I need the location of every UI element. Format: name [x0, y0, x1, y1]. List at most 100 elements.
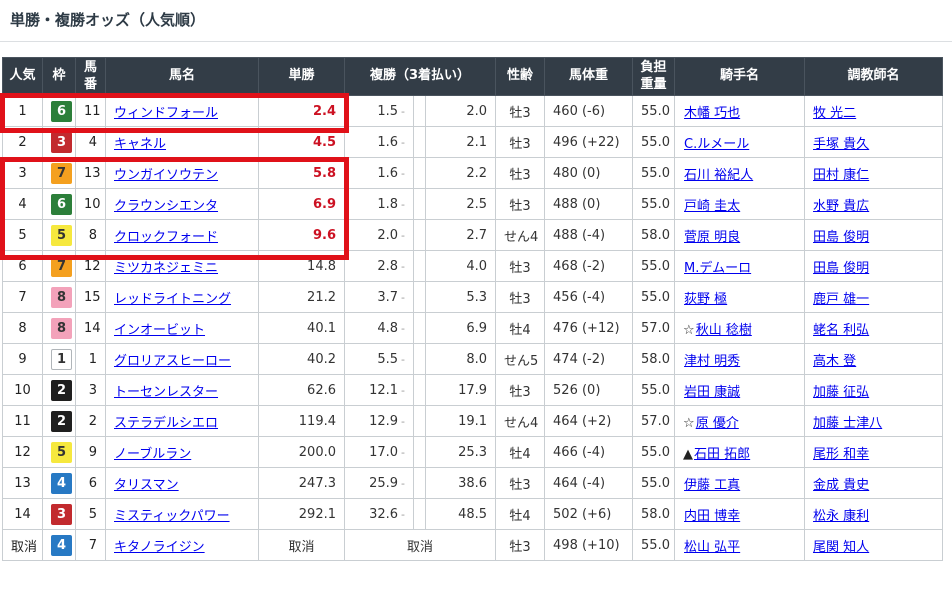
- sex-age: 牡4: [496, 499, 545, 530]
- load-weight: 58.0: [633, 499, 675, 530]
- trainer-link[interactable]: 田村 康仁: [813, 168, 869, 183]
- jockey-link[interactable]: C.ルメール: [684, 137, 749, 152]
- sex-age: せん4: [496, 220, 545, 251]
- trainer-cell: 手塚 貴久: [805, 127, 943, 158]
- trainer-link[interactable]: 尾形 和幸: [813, 447, 869, 462]
- jockey-link[interactable]: 戸崎 圭太: [684, 199, 740, 214]
- horse-name-link[interactable]: ミスティックパワー: [114, 509, 230, 524]
- horse-name-link[interactable]: クラウンシエンタ: [114, 199, 218, 214]
- horse-name-link[interactable]: ミツカネジェミニ: [114, 261, 218, 276]
- column-header-name: 馬名: [106, 58, 259, 96]
- place-range-dash: -: [401, 508, 405, 521]
- jockey-link[interactable]: 石田 拓郎: [694, 447, 750, 462]
- place-odds-min: 12.9-: [345, 406, 414, 437]
- frame-cell: 7: [43, 251, 76, 282]
- horse-number: 9: [76, 437, 106, 468]
- horse-name-cell: クロックフォード: [106, 220, 259, 251]
- trainer-link[interactable]: 高木 登: [813, 354, 856, 369]
- trainer-link[interactable]: 水野 貴広: [813, 199, 869, 214]
- horse-name-link[interactable]: トーセンレスター: [114, 385, 218, 400]
- place-odds-min: 1.8-: [345, 189, 414, 220]
- place-range-divider: [414, 375, 426, 406]
- horse-weight: 480 (0): [545, 158, 633, 189]
- win-odds: 40.2: [259, 344, 345, 375]
- popularity-rank: 13: [3, 468, 43, 499]
- horse-name-link[interactable]: ウィンドフォール: [114, 106, 218, 121]
- jockey-link[interactable]: 岩田 康誠: [684, 385, 740, 400]
- trainer-cell: 田島 俊明: [805, 251, 943, 282]
- horse-name-link[interactable]: クロックフォード: [114, 230, 218, 245]
- place-range-divider: [414, 96, 426, 127]
- popularity-rank: 7: [3, 282, 43, 313]
- frame-cell: 3: [43, 127, 76, 158]
- jockey-link[interactable]: 秋山 稔樹: [696, 323, 752, 338]
- trainer-link[interactable]: 手塚 貴久: [813, 137, 869, 152]
- horse-weight: 476 (+12): [545, 313, 633, 344]
- frame-badge: 4: [51, 473, 72, 494]
- trainer-link[interactable]: 加藤 征弘: [813, 385, 869, 400]
- trainer-link[interactable]: 田島 俊明: [813, 261, 869, 276]
- jockey-link[interactable]: 荻野 極: [684, 292, 727, 307]
- trainer-link[interactable]: 加藤 士津八: [813, 416, 882, 431]
- horse-weight: 456 (-4): [545, 282, 633, 313]
- frame-cell: 6: [43, 96, 76, 127]
- horse-name-link[interactable]: グロリアスヒーロー: [114, 354, 231, 369]
- jockey-link[interactable]: 原 優介: [696, 416, 739, 431]
- place-odds-max: 5.3: [426, 282, 496, 313]
- jockey-link[interactable]: 津村 明秀: [684, 354, 740, 369]
- place-range-dash: -: [401, 229, 405, 242]
- jockey-link[interactable]: 松山 弘平: [684, 540, 740, 555]
- trainer-link[interactable]: 鹿戸 雄一: [813, 292, 869, 307]
- place-odds-min: 32.6-: [345, 499, 414, 530]
- frame-badge: 1: [51, 349, 72, 370]
- jockey-link[interactable]: 内田 博幸: [684, 509, 740, 524]
- frame-badge: 4: [51, 535, 72, 556]
- jockey-link[interactable]: 木幡 巧也: [684, 106, 740, 121]
- column-header-weight: 馬体重: [545, 58, 633, 96]
- trainer-link[interactable]: 牧 光二: [813, 106, 856, 121]
- win-odds: 2.4: [259, 96, 345, 127]
- place-odds-min: 2.8-: [345, 251, 414, 282]
- place-range-dash: -: [401, 260, 405, 273]
- jockey-link[interactable]: M.デムーロ: [684, 261, 751, 276]
- trainer-link[interactable]: 金成 貴史: [813, 478, 869, 493]
- table-row: 14 3 5 ミスティックパワー 292.1 32.6- 48.5 牡4 502…: [3, 499, 943, 530]
- odds-table-header: 人気 枠 馬番 馬名 単勝 複勝（3着払い） 性齢 馬体重 負担重量 騎手名 調…: [3, 58, 943, 96]
- place-range-dash: -: [401, 198, 405, 211]
- table-row: 11 2 2 ステラデルシエロ 119.4 12.9- 19.1 せん4 464…: [3, 406, 943, 437]
- column-header-frame: 枠: [43, 58, 76, 96]
- horse-name-link[interactable]: タリスマン: [114, 478, 179, 493]
- jockey-link[interactable]: 石川 裕紀人: [684, 168, 753, 183]
- horse-name-link[interactable]: ウンガイソウテン: [114, 168, 218, 183]
- trainer-link[interactable]: 田島 俊明: [813, 230, 869, 245]
- place-odds-max: 19.1: [426, 406, 496, 437]
- frame-badge: 6: [51, 101, 72, 122]
- win-odds: 21.2: [259, 282, 345, 313]
- place-odds-min: 17.0-: [345, 437, 414, 468]
- horse-name-link[interactable]: キャネル: [114, 137, 166, 152]
- trainer-link[interactable]: 松永 康利: [813, 509, 869, 524]
- load-weight: 57.0: [633, 406, 675, 437]
- load-weight: 57.0: [633, 313, 675, 344]
- trainer-link[interactable]: 尾関 知人: [813, 540, 869, 555]
- frame-badge: 8: [51, 287, 72, 308]
- popularity-rank: 11: [3, 406, 43, 437]
- horse-name-link[interactable]: ノーブルラン: [114, 447, 191, 462]
- jockey-link[interactable]: 伊藤 工真: [684, 478, 740, 493]
- place-odds-min: 2.0-: [345, 220, 414, 251]
- win-odds: 247.3: [259, 468, 345, 499]
- load-weight: 55.0: [633, 282, 675, 313]
- horse-name-link[interactable]: キタノライジン: [114, 540, 205, 555]
- horse-name-cell: キタノライジン: [106, 530, 259, 561]
- place-odds-min: 1.6-: [345, 127, 414, 158]
- jockey-link[interactable]: 菅原 明良: [684, 230, 740, 245]
- horse-name-link[interactable]: レッドライトニング: [114, 292, 231, 307]
- horse-weight: 488 (-4): [545, 220, 633, 251]
- place-odds-min: 3.7-: [345, 282, 414, 313]
- jockey-cell: 菅原 明良: [675, 220, 805, 251]
- horse-number: 5: [76, 499, 106, 530]
- jockey-cell: 内田 博幸: [675, 499, 805, 530]
- trainer-link[interactable]: 蛯名 利弘: [813, 323, 869, 338]
- horse-name-link[interactable]: インオービット: [114, 323, 205, 338]
- horse-name-link[interactable]: ステラデルシエロ: [114, 416, 218, 431]
